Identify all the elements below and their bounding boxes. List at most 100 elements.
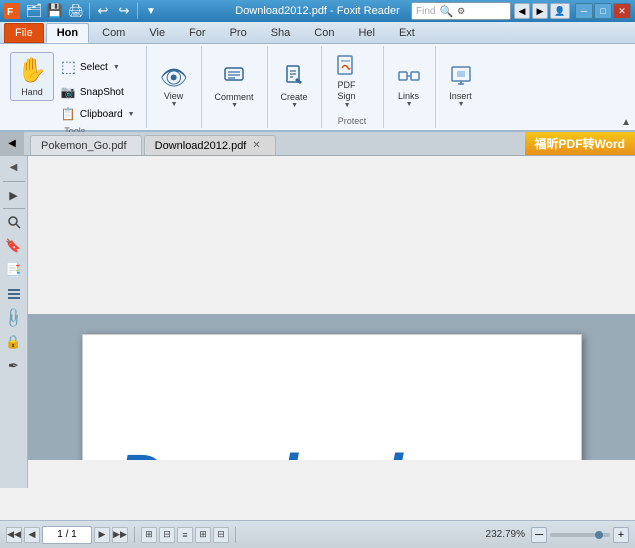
- pdf-page: Download.com.vn Download.com.vn: [82, 334, 582, 460]
- tab-pokemon-label: Pokemon_Go.pdf: [41, 140, 127, 152]
- search-icon[interactable]: 🔍: [439, 5, 453, 18]
- save-icon[interactable]: 💾: [45, 1, 65, 21]
- tab-for[interactable]: For: [178, 23, 217, 43]
- links-button[interactable]: Links ▼: [390, 60, 428, 112]
- layout-btn4[interactable]: ⊞: [195, 527, 211, 543]
- zoom-thumb[interactable]: [595, 531, 603, 539]
- select-button[interactable]: ⬚ Select ▼: [56, 54, 140, 80]
- page-navigation: ◀◀ ◀ ▶ ▶▶: [6, 526, 128, 544]
- page-input[interactable]: [42, 526, 92, 544]
- signature-icon[interactable]: ✒: [3, 355, 25, 377]
- tab-file[interactable]: File: [4, 23, 44, 43]
- pdfsign-button[interactable]: PDFSign ▼: [328, 49, 366, 113]
- insert-button[interactable]: Insert ▼: [442, 60, 480, 112]
- links-icon: [397, 64, 421, 91]
- snapshot-label: SnapShot: [80, 87, 124, 98]
- create-button[interactable]: Create ▼: [274, 60, 315, 113]
- page-nav-icon[interactable]: ▶: [3, 184, 25, 206]
- create-buttons: Create ▼: [274, 48, 315, 124]
- tab-ext[interactable]: Ext: [388, 23, 426, 43]
- tab-con[interactable]: Con: [303, 23, 345, 43]
- view-icon: 👁: [160, 65, 188, 91]
- separator: [89, 3, 90, 19]
- comment-button[interactable]: Comment ▼: [208, 60, 261, 113]
- clipboard-button[interactable]: 📋 Clipboard ▼: [56, 104, 140, 124]
- tab-com[interactable]: Com: [91, 23, 136, 43]
- user-btn[interactable]: 👤: [550, 3, 570, 19]
- attachment-icon[interactable]: 📎: [0, 302, 29, 333]
- create-label: Create: [281, 92, 308, 102]
- hand-button[interactable]: ✋ Hand: [10, 52, 54, 101]
- snapshot-button[interactable]: 📷 SnapShot: [56, 82, 140, 102]
- open-icon[interactable]: 🗂: [24, 1, 44, 21]
- print-icon[interactable]: 🖨: [66, 1, 86, 21]
- nav-back-btn[interactable]: ◀: [514, 3, 530, 19]
- next-page-btn[interactable]: ▶: [94, 527, 110, 543]
- redo-icon[interactable]: ↪: [114, 1, 134, 21]
- layout-btn2[interactable]: ⊟: [159, 527, 175, 543]
- tools-buttons: ✋ Hand ⬚ Select ▼ 📷 SnapShot 📋 Clipboard…: [10, 48, 140, 124]
- status-bar: ◀◀ ◀ ▶ ▶▶ ⊞ ⊟ ≡ ⊞ ⊟ 232.79% ─ +: [0, 520, 635, 548]
- document-canvas: Download.com.vn Download.com.vn: [28, 314, 635, 460]
- insert-icon: [449, 64, 473, 91]
- minimize-btn[interactable]: ─: [575, 3, 593, 19]
- ribbon-collapse-btn[interactable]: ▲: [621, 117, 631, 128]
- first-page-btn[interactable]: ◀◀: [6, 527, 22, 543]
- close-btn[interactable]: ✕: [613, 3, 631, 19]
- view-buttons: 👁 View ▼: [153, 48, 195, 124]
- zoom-percent: 232.79%: [486, 529, 525, 540]
- pages-icon[interactable]: 📑: [3, 259, 25, 281]
- title-bar: F 🗂 💾 🖨 ↩ ↪ ▼ Download2012.pdf - Foxit R…: [0, 0, 635, 22]
- security-icon[interactable]: 🔒: [3, 331, 25, 353]
- layout-btn3[interactable]: ≡: [177, 527, 193, 543]
- maximize-btn[interactable]: □: [594, 3, 612, 19]
- snapshot-icon: 📷: [61, 85, 76, 99]
- zoom-out-btn[interactable]: ─: [531, 527, 547, 543]
- prev-page-btn[interactable]: ◀: [24, 527, 40, 543]
- select-arrow: ▼: [113, 64, 120, 71]
- tab-pokemon-go[interactable]: Pokemon_Go.pdf: [30, 135, 142, 155]
- tab-pro[interactable]: Pro: [219, 23, 258, 43]
- view-button[interactable]: 👁 View ▼: [153, 61, 195, 112]
- left-sidebar: ◀ ▶ 🔖 📑 📎 🔒 ✒: [0, 156, 28, 488]
- tab-close-btn[interactable]: ✕: [252, 141, 260, 151]
- zoom-in-btn[interactable]: +: [613, 527, 629, 543]
- layout-btn5[interactable]: ⊟: [213, 527, 229, 543]
- layers-icon[interactable]: [3, 283, 25, 305]
- tab-scroll-left[interactable]: ◀: [0, 132, 24, 156]
- sidebar-collapse-btn[interactable]: ◀: [8, 160, 20, 175]
- status-sep1: [134, 527, 135, 543]
- view-label: View: [164, 91, 183, 101]
- pdf-to-word-label: 福昕PDF转Word: [535, 135, 625, 152]
- bookmark-icon[interactable]: 🔖: [3, 235, 25, 257]
- insert-label: Insert: [449, 91, 472, 101]
- logo-area: Download.com.vn: [118, 445, 545, 460]
- dropdown-icon[interactable]: ▼: [141, 1, 161, 21]
- insert-arrow: ▼: [458, 101, 465, 108]
- tab-download-label: Download2012.pdf: [155, 140, 247, 152]
- pdf-to-word-button[interactable]: 福昕PDF转Word: [525, 132, 635, 155]
- clipboard-icon: 📋: [61, 107, 76, 121]
- tab-download2012[interactable]: Download2012.pdf ✕: [144, 135, 276, 155]
- tab-hon[interactable]: Hon: [46, 23, 89, 43]
- separator2: [137, 3, 138, 19]
- comment-arrow: ▼: [231, 102, 238, 109]
- svg-text:F: F: [7, 7, 13, 18]
- search-bar[interactable]: Find 🔍 ⚙: [411, 2, 511, 20]
- last-page-btn[interactable]: ▶▶: [112, 527, 128, 543]
- tab-vie[interactable]: Vie: [138, 23, 176, 43]
- layout-btn1[interactable]: ⊞: [141, 527, 157, 543]
- tab-sha[interactable]: Sha: [260, 23, 302, 43]
- hand-icon: ✋: [17, 56, 47, 85]
- select-label: Select: [80, 62, 108, 73]
- zoom-slider[interactable]: [550, 533, 610, 537]
- comment-group: Comment ▼: [202, 46, 268, 128]
- nav-fwd-btn[interactable]: ▶: [532, 3, 548, 19]
- ribbon-content: ✋ Hand ⬚ Select ▼ 📷 SnapShot 📋 Clipboard…: [0, 44, 635, 132]
- zoom-tool-icon[interactable]: [3, 211, 25, 233]
- undo-icon[interactable]: ↩: [93, 1, 113, 21]
- search-options-icon[interactable]: ⚙: [457, 6, 465, 17]
- zoom-controls: ─ +: [531, 527, 629, 543]
- app-icon: F: [4, 3, 20, 19]
- tab-hel[interactable]: Hel: [347, 23, 386, 43]
